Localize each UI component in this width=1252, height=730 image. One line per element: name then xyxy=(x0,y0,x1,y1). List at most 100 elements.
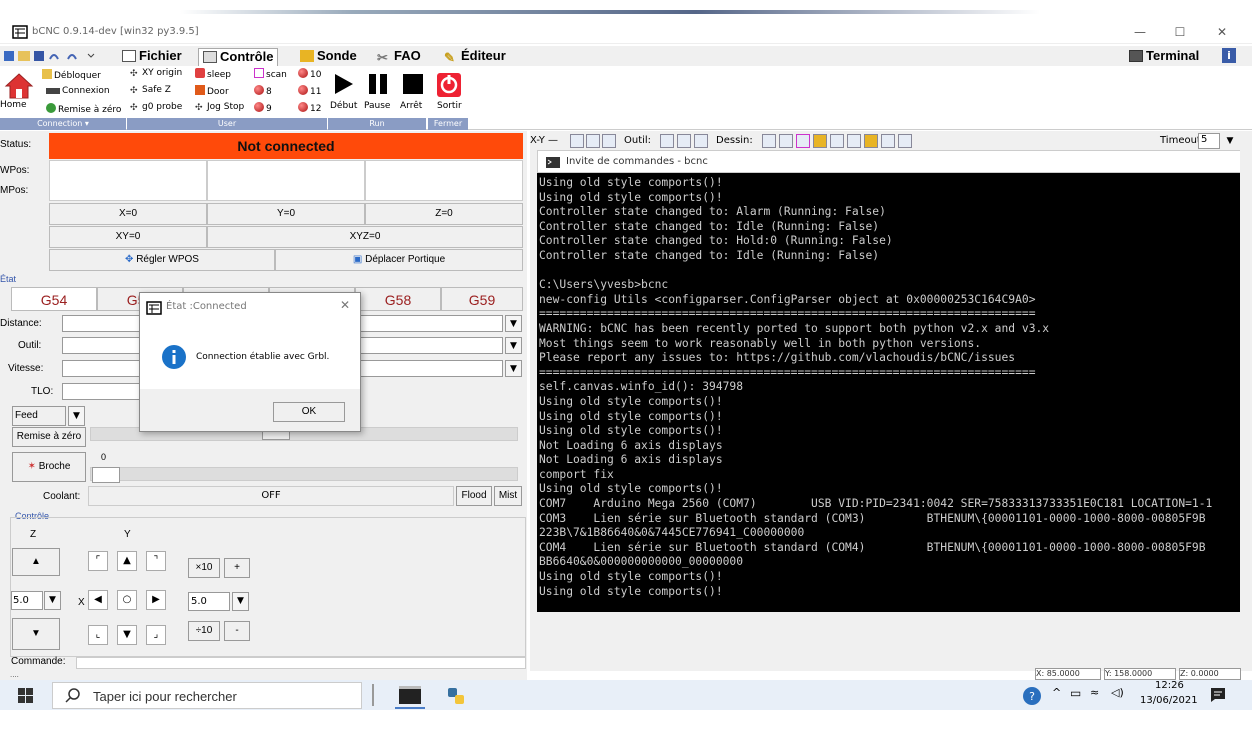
pause-label[interactable]: Pause xyxy=(364,101,390,111)
dialog-close-button[interactable]: ✕ xyxy=(340,298,350,312)
g0-probe-button[interactable]: ✣ g0 probe xyxy=(130,102,182,113)
jog-xplus-yminus-button[interactable]: ⌟ xyxy=(146,625,166,645)
deplacer-portique-button[interactable]: ▣ Déplacer Portique xyxy=(275,249,523,271)
zoom-fit-icon[interactable] xyxy=(602,134,616,148)
xy-step-dropdown-button[interactable]: ▼ xyxy=(232,592,249,611)
notifications-icon[interactable] xyxy=(1210,687,1226,703)
move-tool-icon[interactable] xyxy=(677,134,691,148)
tab-controle[interactable]: Contrôle xyxy=(198,48,279,66)
power-icon[interactable] xyxy=(436,70,462,98)
zero-xyz-button[interactable]: XYZ=0 xyxy=(207,226,523,248)
feed-select[interactable]: Feed xyxy=(12,406,66,426)
mist-button[interactable]: Mist xyxy=(494,486,522,506)
jog-xplus-yplus-button[interactable]: ⌝ xyxy=(146,551,166,571)
safe-z-button[interactable]: ✣ Safe Z xyxy=(130,85,171,96)
workarea-icon[interactable] xyxy=(830,134,844,148)
probe-icon[interactable] xyxy=(813,134,827,148)
grid-icon[interactable] xyxy=(779,134,793,148)
timeout-dropdown-button[interactable]: ▼ xyxy=(1222,133,1238,149)
jog-xminus-yminus-button[interactable]: ⌞ xyxy=(88,625,108,645)
zero-z-button[interactable]: Z=0 xyxy=(365,203,523,225)
tab-g54[interactable]: G54 xyxy=(11,287,97,311)
scan-button[interactable]: scan xyxy=(254,68,287,81)
quick-access-icons[interactable] xyxy=(2,49,112,63)
jog-x-right-button[interactable]: ▶ xyxy=(146,590,166,610)
user-button-11[interactable]: 11 xyxy=(298,85,321,98)
ok-button[interactable]: OK xyxy=(273,402,345,422)
jog-xminus-yplus-button[interactable]: ⌜ xyxy=(88,551,108,571)
jog-y-up-button[interactable]: ▲ xyxy=(117,551,137,571)
terminal-window[interactable]: Invite de commandes - bcnc Using old sty… xyxy=(537,150,1249,612)
user-button-12[interactable]: 12 xyxy=(298,102,321,115)
debut-label[interactable]: Début xyxy=(330,101,357,111)
terminal-taskbar-icon[interactable] xyxy=(399,686,421,704)
spindle-slider[interactable] xyxy=(90,467,518,481)
view-xy-select[interactable]: X-Y — xyxy=(530,135,558,146)
tab-fichier[interactable]: Fichier xyxy=(118,48,186,66)
clock-time[interactable]: 12:26 xyxy=(1155,680,1184,691)
camera-icon[interactable] xyxy=(881,134,895,148)
spindle-slider-thumb[interactable] xyxy=(92,467,120,483)
zoom-in-icon[interactable] xyxy=(570,134,584,148)
commande-input[interactable] xyxy=(76,657,526,669)
python-taskbar-icon[interactable] xyxy=(446,686,466,706)
maximize-button[interactable]: ☐ xyxy=(1170,23,1190,41)
outil-dropdown-button[interactable]: ▼ xyxy=(505,337,522,354)
user-button-10[interactable]: 10 xyxy=(298,68,321,81)
jog-origin-button[interactable]: ○ xyxy=(117,590,137,610)
clock-date[interactable]: 13/06/2021 xyxy=(1140,695,1198,706)
timeout-input[interactable]: 5 xyxy=(1198,133,1220,149)
sleep-button[interactable]: sleep xyxy=(195,68,231,81)
help-icon[interactable]: ? xyxy=(1022,686,1042,706)
pause-icon[interactable] xyxy=(366,70,390,98)
xy-step-input[interactable]: 5.0 xyxy=(188,592,230,611)
jog-z-up-button[interactable]: ▲ xyxy=(12,548,60,576)
sortir-label[interactable]: Sortir xyxy=(437,101,462,111)
flood-button[interactable]: Flood xyxy=(456,486,492,506)
paths-icon[interactable] xyxy=(847,134,861,148)
step-minus-button[interactable]: - xyxy=(224,621,250,641)
globe-icon[interactable] xyxy=(898,134,912,148)
connection-group-label[interactable]: Connection ▾ xyxy=(0,118,126,130)
regler-wpos-button[interactable]: ✥ Régler WPOS xyxy=(49,249,275,271)
z-step-input[interactable]: 5.0 xyxy=(11,591,43,610)
debloquer-button[interactable]: Débloquer xyxy=(42,69,101,82)
jog-stop-button[interactable]: ✣ Jog Stop xyxy=(195,102,244,113)
zoom-out-icon[interactable] xyxy=(586,134,600,148)
step-plus-button[interactable]: + xyxy=(224,558,250,578)
xy-origin-button[interactable]: ✣ XY origin xyxy=(130,68,182,79)
user-button-9[interactable]: 9 xyxy=(254,102,272,115)
broche-button[interactable]: ✶ Broche xyxy=(12,452,86,482)
connexion-button[interactable]: Connexion xyxy=(46,86,110,97)
axes-icon[interactable] xyxy=(762,134,776,148)
feed-reset-button[interactable]: Remise à zéro xyxy=(12,427,86,447)
play-icon[interactable] xyxy=(332,70,356,98)
zero-x-button[interactable]: X=0 xyxy=(49,203,207,225)
tab-g58[interactable]: G58 xyxy=(355,287,441,311)
tab-fao[interactable]: ✂ FAO xyxy=(373,48,425,66)
z-step-dropdown-button[interactable]: ▼ xyxy=(44,591,61,610)
terminal-tab[interactable]: Terminal xyxy=(1125,48,1203,66)
ruler-tool-icon[interactable] xyxy=(694,134,708,148)
step-div10-button[interactable]: ÷10 xyxy=(188,621,220,641)
info-icon[interactable]: i xyxy=(1222,48,1236,63)
jog-y-down-button[interactable]: ▼ xyxy=(117,625,137,645)
coolant-off-button[interactable]: OFF xyxy=(88,486,454,506)
arret-label[interactable]: Arrêt xyxy=(400,101,422,111)
feed-dropdown-button[interactable]: ▼ xyxy=(68,406,85,426)
remise-a-zero-button[interactable]: Remise à zéro xyxy=(46,103,121,116)
horizontal-scrollbar[interactable] xyxy=(536,648,1240,660)
zero-y-button[interactable]: Y=0 xyxy=(207,203,365,225)
margins-icon[interactable] xyxy=(796,134,810,148)
zero-xy-button[interactable]: XY=0 xyxy=(49,226,207,248)
vertical-scrollbar[interactable] xyxy=(1240,150,1252,660)
rapid-icon[interactable] xyxy=(864,134,878,148)
volume-icon[interactable]: ◁) xyxy=(1111,686,1124,699)
chevron-up-icon[interactable]: ^ xyxy=(1052,686,1061,699)
windows-start-icon[interactable] xyxy=(18,688,34,704)
tab-sonde[interactable]: Sonde xyxy=(296,48,361,66)
search-input[interactable]: Taper ici pour rechercher xyxy=(52,682,362,709)
battery-icon[interactable]: ▭ xyxy=(1070,686,1081,700)
user-button-8[interactable]: 8 xyxy=(254,85,272,98)
tab-g59[interactable]: G59 xyxy=(441,287,523,311)
